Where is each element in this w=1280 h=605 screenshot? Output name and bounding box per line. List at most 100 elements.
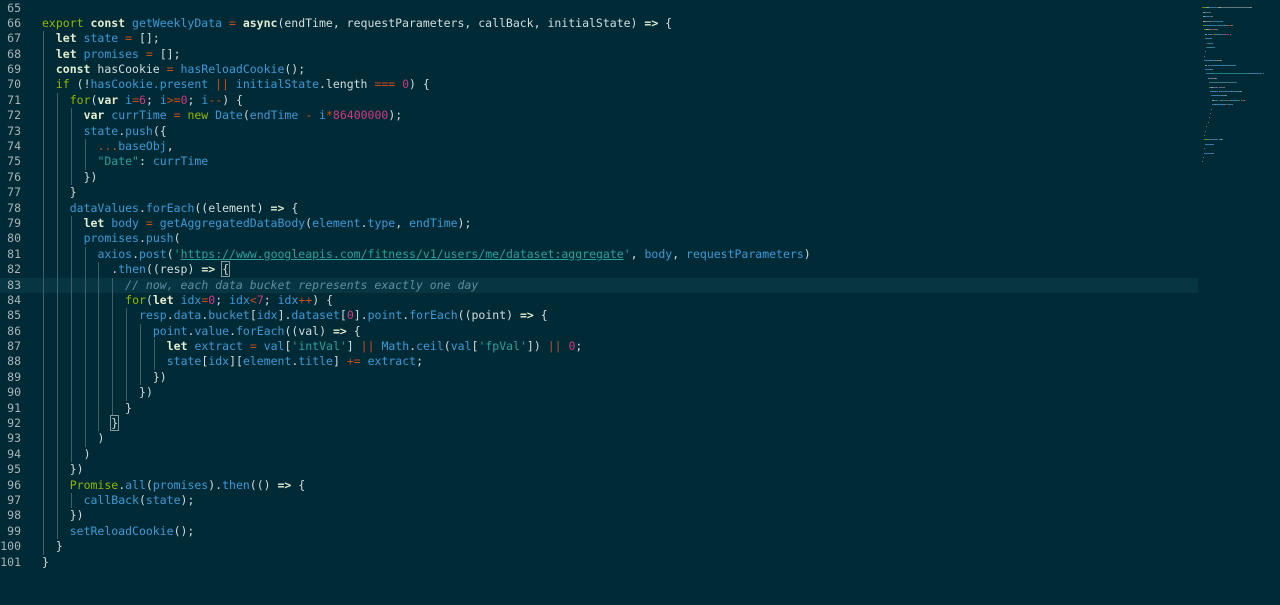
line-number: 92 [7, 416, 21, 431]
code-line[interactable]: 95}) [0, 462, 1198, 478]
code-line[interactable]: 85 resp.data.bucket[idx].dataset[0].point… [0, 308, 1198, 324]
indent-guide [43, 508, 44, 524]
code-line[interactable]: 72 var currTime = new Date(endTime - i*86… [0, 108, 1198, 124]
code-token: . [138, 200, 146, 215]
code-line[interactable]: 97 callBack(state); [0, 493, 1198, 509]
code-area[interactable]: 65 66 export const getWeeklyData = async(e… [0, 0, 1198, 605]
code-line[interactable]: 74 ...baseObj, [0, 139, 1198, 155]
code-token: ( [145, 292, 153, 307]
code-token: ((resp) [145, 262, 202, 277]
code-line[interactable]: 92} [0, 415, 1198, 432]
code-line[interactable]: 76}) [0, 169, 1198, 186]
code-line[interactable]: 86 point.value.forEach((val) => { [0, 323, 1198, 340]
code-line[interactable]: 100} [0, 539, 1198, 555]
code-editor[interactable]: 65 66 export const getWeeklyData = async(e… [0, 0, 1280, 605]
minimap[interactable] [1198, 0, 1280, 605]
indent-guide [56, 277, 58, 293]
indent-guide [84, 400, 86, 417]
code-line[interactable]: 66 export const getWeeklyData = async(end… [0, 16, 1198, 31]
code-line[interactable]: 83 // now, each data bucket represents ex… [0, 277, 1198, 293]
indent-guide [43, 339, 44, 355]
line-text: export const getWeeklyData = async(endTi… [42, 16, 672, 31]
code-line[interactable]: 88 state[idx][element.title] += extract; [0, 354, 1198, 370]
indent-guide [84, 292, 86, 309]
code-line[interactable]: 87 let extract = val['intVal'] || Math.ce… [0, 339, 1198, 355]
minimap-stroke [1226, 95, 1228, 97]
code-token: = [145, 46, 160, 61]
code-token: = [228, 15, 243, 30]
code-line[interactable]: 81 axios.post('https://www.googleapis.com… [0, 246, 1198, 263]
code-line[interactable]: 77} [0, 185, 1198, 201]
code-line[interactable]: 96 Promise.all(promises).then(() => { [0, 477, 1198, 493]
code-line[interactable]: 70 if (!hasCookie.present || initialState… [0, 77, 1198, 93]
code-token: const [90, 15, 133, 30]
code-line[interactable]: 90}) [0, 385, 1198, 401]
code-token: post [139, 246, 167, 261]
minimap-stroke [1204, 152, 1213, 154]
code-line[interactable]: 99 setReloadCookie(); [0, 523, 1198, 540]
indent-guide [153, 354, 155, 370]
line-text: setReloadCookie(); [70, 524, 195, 539]
code-token: extract [194, 339, 250, 354]
code-token: || [360, 339, 382, 354]
minimap-stroke [1211, 64, 1223, 66]
code-line[interactable]: 82 .then((resp) => { [0, 261, 1198, 278]
code-token: ); [388, 108, 403, 123]
indent-guide [56, 323, 58, 340]
minimap-stroke [1216, 29, 1218, 31]
code-line[interactable]: 71 for(var i=6; i>=0; i--) { [0, 92, 1198, 109]
code-line[interactable]: 80 promises.push( [0, 231, 1198, 247]
code-token: }) [139, 385, 153, 400]
code-line[interactable]: 91} [0, 400, 1198, 417]
minimap-stroke [1205, 51, 1207, 53]
code-token: , [166, 139, 174, 154]
code-line[interactable]: 93) [0, 431, 1198, 447]
code-line[interactable]: 68 let promises = []; [0, 46, 1198, 63]
minimap-stroke [1244, 99, 1245, 101]
line-text: for(var i=6; i>=0; i--) { [70, 93, 243, 108]
code-line[interactable]: 84 for(let idx=0; idx<7; idx++) { [0, 292, 1198, 309]
code-token: || [215, 77, 236, 92]
line-text: let body = getAggregatedDataBody(element… [84, 216, 472, 231]
indent-guide [98, 292, 100, 309]
indent-guide [43, 292, 44, 309]
code-line[interactable]: 78 dataValues.forEach((element) => { [0, 200, 1198, 216]
indent-guide [84, 431, 86, 447]
code-line[interactable]: 98}) [0, 508, 1198, 524]
indent-guide [140, 369, 142, 386]
indent-guide [112, 400, 114, 417]
code-token: promises [83, 46, 146, 61]
minimap-stroke [1223, 86, 1226, 88]
indent-guide [140, 354, 142, 370]
code-token: , [672, 246, 687, 261]
line-number: 85 [7, 308, 21, 323]
indent-guide [70, 400, 72, 417]
code-token: - [305, 108, 320, 123]
code-token: idx [277, 292, 299, 307]
code-token: "Date" [97, 154, 139, 169]
code-token: ((val) [284, 323, 333, 338]
code-line[interactable]: 73 state.push({ [0, 123, 1198, 140]
code-token: ; [145, 92, 160, 107]
indent-guide [112, 277, 114, 293]
indent-guide [43, 354, 44, 370]
code-token: getAggregatedDataBody [159, 215, 306, 230]
line-text: }) [139, 385, 153, 400]
code-line[interactable]: 94) [0, 446, 1198, 463]
code-line[interactable]: 67 let state = []; [0, 31, 1198, 47]
code-line[interactable]: 65 [0, 1, 1198, 16]
code-token: = [166, 62, 181, 77]
line-number: 90 [7, 385, 21, 400]
code-line[interactable]: 75 "Date": currTime [0, 154, 1198, 170]
code-line[interactable]: 79 let body = getAggregatedDataBody(eleme… [0, 215, 1198, 232]
code-token: push [125, 123, 153, 138]
indent-guide [43, 139, 44, 155]
code-line[interactable]: 69 const hasCookie = hasReloadCookie(); [0, 62, 1198, 78]
indent-guide [70, 354, 72, 370]
line-number: 65 [7, 0, 21, 15]
code-token: endTime [249, 108, 306, 123]
indent-guide [56, 339, 58, 355]
code-line[interactable]: 89}) [0, 369, 1198, 386]
code-line[interactable]: 101} [0, 555, 1198, 570]
line-text: // now, each data bucket represents exac… [125, 278, 478, 293]
